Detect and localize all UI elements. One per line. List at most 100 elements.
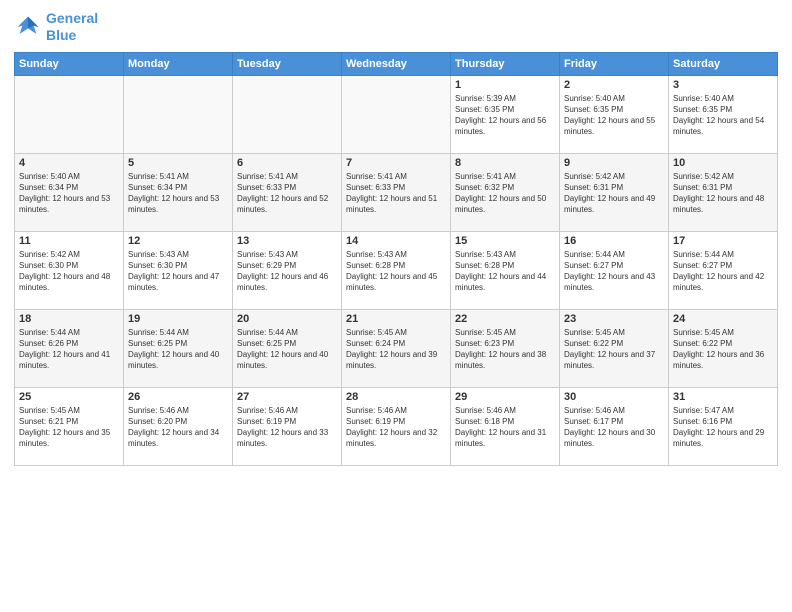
day-number: 31 [673,391,773,403]
calendar-cell: 6 Sunrise: 5:41 AM Sunset: 6:33 PM Dayli… [233,153,342,231]
day-number: 19 [128,313,228,325]
day-number: 12 [128,235,228,247]
day-number: 10 [673,157,773,169]
calendar-cell: 5 Sunrise: 5:41 AM Sunset: 6:34 PM Dayli… [124,153,233,231]
calendar-cell [342,75,451,153]
day-info: Sunrise: 5:39 AM Sunset: 6:35 PM Dayligh… [455,93,555,138]
day-number: 20 [237,313,337,325]
day-number: 6 [237,157,337,169]
day-info: Sunrise: 5:42 AM Sunset: 6:31 PM Dayligh… [673,171,773,216]
calendar-cell: 20 Sunrise: 5:44 AM Sunset: 6:25 PM Dayl… [233,309,342,387]
header-friday: Friday [560,52,669,75]
calendar-cell: 16 Sunrise: 5:44 AM Sunset: 6:27 PM Dayl… [560,231,669,309]
day-number: 24 [673,313,773,325]
day-info: Sunrise: 5:40 AM Sunset: 6:34 PM Dayligh… [19,171,119,216]
calendar-cell: 29 Sunrise: 5:46 AM Sunset: 6:18 PM Dayl… [451,387,560,465]
calendar-cell: 26 Sunrise: 5:46 AM Sunset: 6:20 PM Dayl… [124,387,233,465]
day-number: 15 [455,235,555,247]
day-number: 25 [19,391,119,403]
day-number: 23 [564,313,664,325]
calendar-cell [233,75,342,153]
day-number: 8 [455,157,555,169]
day-info: Sunrise: 5:42 AM Sunset: 6:31 PM Dayligh… [564,171,664,216]
day-info: Sunrise: 5:44 AM Sunset: 6:27 PM Dayligh… [564,249,664,294]
calendar-table: Sunday Monday Tuesday Wednesday Thursday… [14,52,778,466]
calendar-cell: 30 Sunrise: 5:46 AM Sunset: 6:17 PM Dayl… [560,387,669,465]
day-number: 18 [19,313,119,325]
calendar-cell: 21 Sunrise: 5:45 AM Sunset: 6:24 PM Dayl… [342,309,451,387]
calendar-cell [124,75,233,153]
calendar-cell: 2 Sunrise: 5:40 AM Sunset: 6:35 PM Dayli… [560,75,669,153]
day-number: 11 [19,235,119,247]
day-number: 7 [346,157,446,169]
day-info: Sunrise: 5:47 AM Sunset: 6:16 PM Dayligh… [673,405,773,450]
day-info: Sunrise: 5:46 AM Sunset: 6:19 PM Dayligh… [346,405,446,450]
header-saturday: Saturday [669,52,778,75]
calendar-cell: 9 Sunrise: 5:42 AM Sunset: 6:31 PM Dayli… [560,153,669,231]
day-info: Sunrise: 5:44 AM Sunset: 6:26 PM Dayligh… [19,327,119,372]
header-wednesday: Wednesday [342,52,451,75]
calendar-cell: 24 Sunrise: 5:45 AM Sunset: 6:22 PM Dayl… [669,309,778,387]
calendar-cell: 8 Sunrise: 5:41 AM Sunset: 6:32 PM Dayli… [451,153,560,231]
day-info: Sunrise: 5:43 AM Sunset: 6:28 PM Dayligh… [455,249,555,294]
day-info: Sunrise: 5:41 AM Sunset: 6:34 PM Dayligh… [128,171,228,216]
logo: General Blue [14,10,98,44]
day-number: 2 [564,79,664,91]
calendar-cell: 25 Sunrise: 5:45 AM Sunset: 6:21 PM Dayl… [15,387,124,465]
day-info: Sunrise: 5:46 AM Sunset: 6:17 PM Dayligh… [564,405,664,450]
day-info: Sunrise: 5:44 AM Sunset: 6:25 PM Dayligh… [128,327,228,372]
calendar-cell: 22 Sunrise: 5:45 AM Sunset: 6:23 PM Dayl… [451,309,560,387]
day-number: 3 [673,79,773,91]
day-number: 28 [346,391,446,403]
calendar-cell [15,75,124,153]
day-info: Sunrise: 5:41 AM Sunset: 6:32 PM Dayligh… [455,171,555,216]
calendar-cell: 4 Sunrise: 5:40 AM Sunset: 6:34 PM Dayli… [15,153,124,231]
day-info: Sunrise: 5:41 AM Sunset: 6:33 PM Dayligh… [237,171,337,216]
day-number: 9 [564,157,664,169]
day-info: Sunrise: 5:40 AM Sunset: 6:35 PM Dayligh… [564,93,664,138]
day-info: Sunrise: 5:43 AM Sunset: 6:29 PM Dayligh… [237,249,337,294]
day-info: Sunrise: 5:46 AM Sunset: 6:20 PM Dayligh… [128,405,228,450]
day-info: Sunrise: 5:45 AM Sunset: 6:24 PM Dayligh… [346,327,446,372]
header-sunday: Sunday [15,52,124,75]
day-info: Sunrise: 5:44 AM Sunset: 6:25 PM Dayligh… [237,327,337,372]
calendar-cell: 18 Sunrise: 5:44 AM Sunset: 6:26 PM Dayl… [15,309,124,387]
calendar-cell: 27 Sunrise: 5:46 AM Sunset: 6:19 PM Dayl… [233,387,342,465]
header-monday: Monday [124,52,233,75]
calendar-header-row: Sunday Monday Tuesday Wednesday Thursday… [15,52,778,75]
page-header: General Blue [14,10,778,44]
day-info: Sunrise: 5:43 AM Sunset: 6:28 PM Dayligh… [346,249,446,294]
day-number: 30 [564,391,664,403]
calendar-cell: 31 Sunrise: 5:47 AM Sunset: 6:16 PM Dayl… [669,387,778,465]
calendar-cell: 19 Sunrise: 5:44 AM Sunset: 6:25 PM Dayl… [124,309,233,387]
calendar-cell: 15 Sunrise: 5:43 AM Sunset: 6:28 PM Dayl… [451,231,560,309]
day-info: Sunrise: 5:45 AM Sunset: 6:22 PM Dayligh… [564,327,664,372]
header-tuesday: Tuesday [233,52,342,75]
calendar-cell: 17 Sunrise: 5:44 AM Sunset: 6:27 PM Dayl… [669,231,778,309]
day-info: Sunrise: 5:43 AM Sunset: 6:30 PM Dayligh… [128,249,228,294]
header-thursday: Thursday [451,52,560,75]
calendar-cell: 28 Sunrise: 5:46 AM Sunset: 6:19 PM Dayl… [342,387,451,465]
day-info: Sunrise: 5:45 AM Sunset: 6:21 PM Dayligh… [19,405,119,450]
day-number: 13 [237,235,337,247]
day-number: 16 [564,235,664,247]
day-info: Sunrise: 5:45 AM Sunset: 6:22 PM Dayligh… [673,327,773,372]
logo-text: General Blue [46,10,98,44]
day-info: Sunrise: 5:46 AM Sunset: 6:18 PM Dayligh… [455,405,555,450]
calendar-cell: 11 Sunrise: 5:42 AM Sunset: 6:30 PM Dayl… [15,231,124,309]
day-info: Sunrise: 5:44 AM Sunset: 6:27 PM Dayligh… [673,249,773,294]
day-info: Sunrise: 5:40 AM Sunset: 6:35 PM Dayligh… [673,93,773,138]
day-info: Sunrise: 5:42 AM Sunset: 6:30 PM Dayligh… [19,249,119,294]
day-number: 4 [19,157,119,169]
calendar-cell: 12 Sunrise: 5:43 AM Sunset: 6:30 PM Dayl… [124,231,233,309]
day-number: 1 [455,79,555,91]
calendar-cell: 23 Sunrise: 5:45 AM Sunset: 6:22 PM Dayl… [560,309,669,387]
day-number: 14 [346,235,446,247]
calendar-cell: 10 Sunrise: 5:42 AM Sunset: 6:31 PM Dayl… [669,153,778,231]
calendar-cell: 1 Sunrise: 5:39 AM Sunset: 6:35 PM Dayli… [451,75,560,153]
day-info: Sunrise: 5:45 AM Sunset: 6:23 PM Dayligh… [455,327,555,372]
day-info: Sunrise: 5:46 AM Sunset: 6:19 PM Dayligh… [237,405,337,450]
calendar-cell: 3 Sunrise: 5:40 AM Sunset: 6:35 PM Dayli… [669,75,778,153]
logo-icon [14,13,42,41]
calendar-cell: 14 Sunrise: 5:43 AM Sunset: 6:28 PM Dayl… [342,231,451,309]
